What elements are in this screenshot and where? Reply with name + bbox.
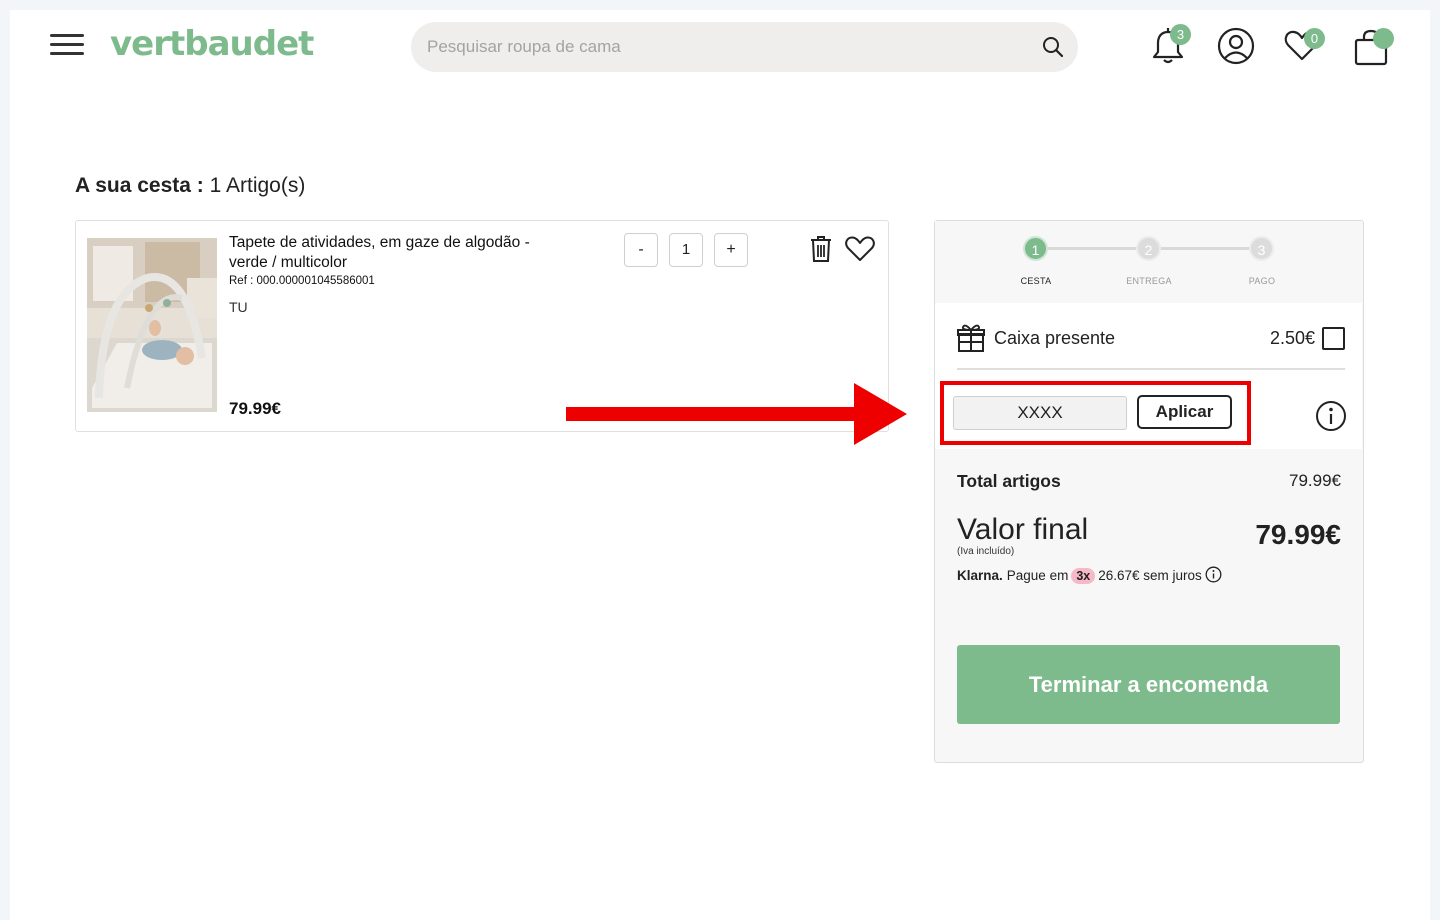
wishlist-button[interactable]: 0	[1284, 28, 1325, 66]
info-icon[interactable]	[1315, 400, 1347, 436]
final-amount-label: Valor final	[957, 513, 1089, 546]
quantity-increase-button[interactable]: +	[714, 233, 748, 267]
trash-icon[interactable]	[809, 235, 833, 267]
product-size: TU	[229, 299, 248, 315]
gift-box-price: 2.50€	[1269, 328, 1315, 348]
apply-promo-button[interactable]: Aplicar	[1137, 395, 1232, 429]
klarna-info-icon[interactable]	[1205, 566, 1222, 586]
final-amount-value: 79.99€	[1255, 519, 1341, 550]
promo-code-input[interactable]: XXXX	[953, 396, 1127, 430]
cart-badge	[1373, 28, 1394, 49]
klarna-installments: Klarna. Pague em 3x 26.67€ sem juros	[957, 566, 1222, 586]
search-icon[interactable]	[1042, 36, 1064, 62]
heart-icon	[1284, 30, 1320, 66]
order-summary-panel: 1 2 3 CESTA ENTREGA PAGO Caixa presente …	[934, 220, 1364, 763]
product-price: 79.99€	[229, 399, 281, 418]
gift-box-option: Caixa presente 2.50€	[957, 323, 1345, 359]
divider	[957, 368, 1345, 370]
product-image[interactable]	[87, 238, 217, 412]
gift-box-checkbox[interactable]	[1322, 327, 1345, 350]
heart-icon[interactable]	[845, 235, 875, 266]
search-bar[interactable]	[411, 22, 1078, 72]
checkout-button[interactable]: Terminar a encomenda	[957, 645, 1340, 724]
quantity-field[interactable]: 1	[669, 233, 703, 267]
notifications-button[interactable]: 3	[1150, 24, 1191, 70]
checkout-steps: 1 2 3 CESTA ENTREGA PAGO	[935, 221, 1362, 303]
step-3-indicator: 3	[1249, 236, 1274, 261]
step-2-label: ENTREGA	[1126, 276, 1172, 286]
user-icon	[1217, 27, 1255, 69]
shopping-bag-icon	[1352, 29, 1392, 72]
step-3-label: PAGO	[1248, 276, 1276, 286]
menu-icon[interactable]	[50, 32, 84, 58]
vat-included-note: (Iva incluído)	[957, 546, 1015, 557]
step-1-indicator: 1	[1023, 236, 1048, 261]
step-1-label: CESTA	[1020, 276, 1052, 286]
total-items-label: Total artigos	[957, 471, 1061, 491]
klarna-installment-amount: 26.67€ sem juros	[1098, 568, 1202, 583]
wishlist-badge: 0	[1304, 28, 1325, 49]
product-name[interactable]: Tapete de atividades, em gaze de algodão…	[229, 233, 569, 273]
cart-button[interactable]	[1352, 28, 1394, 72]
klarna-installments-badge: 3x	[1071, 568, 1096, 584]
promo-code-value: XXXX	[1017, 403, 1063, 422]
step-2-indicator: 2	[1136, 236, 1161, 261]
red-arrow-annotation	[566, 383, 911, 449]
klarna-logo: Klarna.	[957, 568, 1003, 583]
logo[interactable]: vertbaudet	[110, 24, 314, 64]
product-ref: Ref : 000.000001045586001	[229, 275, 375, 287]
bell-icon	[1150, 28, 1186, 70]
basket-title-label: A sua cesta :	[75, 174, 204, 197]
basket-item-count: 1 Artigo(s)	[209, 174, 306, 197]
gift-box-label: Caixa presente	[994, 328, 1116, 348]
gift-icon	[957, 323, 985, 357]
basket-title: A sua cesta : 1 Artigo(s)	[75, 174, 305, 198]
total-items-value: 79.99€	[1289, 471, 1341, 490]
notifications-badge: 3	[1170, 24, 1191, 45]
quantity-decrease-button[interactable]: -	[624, 233, 658, 267]
klarna-text-pay-in: Pague em	[1006, 568, 1069, 583]
account-button[interactable]	[1217, 27, 1255, 69]
search-input[interactable]	[427, 32, 1027, 62]
page: vertbaudet 3 0 A sua cesta : 1 Artigo(s)	[10, 10, 1430, 920]
